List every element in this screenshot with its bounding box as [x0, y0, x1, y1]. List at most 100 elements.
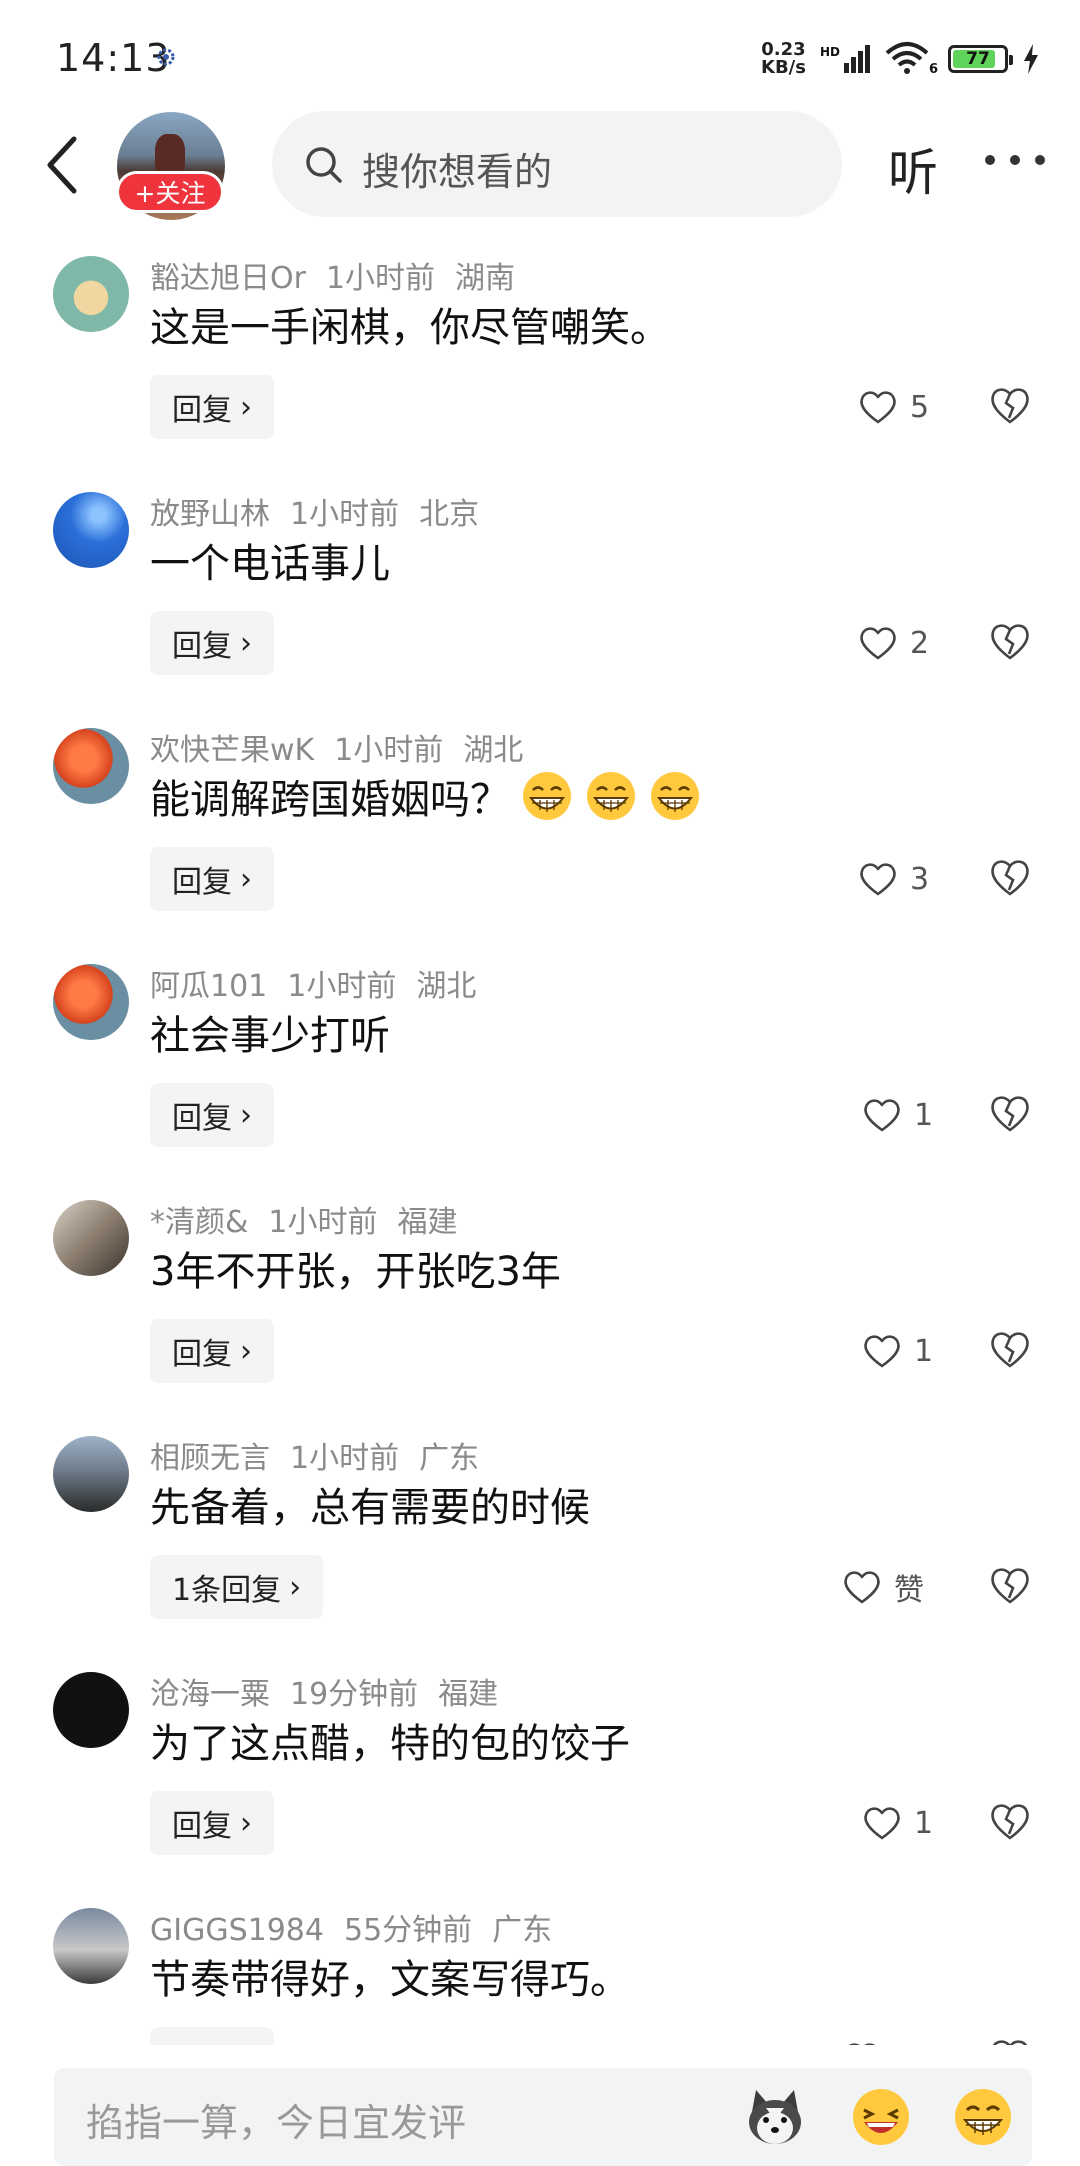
comment-location: 湖北: [416, 969, 477, 1004]
user-avatar[interactable]: [53, 964, 129, 1040]
dislike-button[interactable]: [988, 621, 1032, 665]
comment-item[interactable]: GIGGS1984 55分钟前广东节奏带得好，文案写得巧。回复› 赞: [0, 1887, 1080, 2045]
top-bar: +关注 搜你想看的 听: [0, 105, 1080, 225]
heart-icon: [858, 389, 898, 425]
comment-item[interactable]: 相顾无言 1小时前 广东 先备着，总有需要的时候 1条回复 › 赞: [0, 1415, 1080, 1651]
comment-time: 1小时前: [325, 261, 436, 296]
search-placeholder: 搜你想看的: [362, 150, 553, 194]
chevron-right-icon: ›: [240, 625, 252, 661]
comment-item[interactable]: 豁达旭日Or 1小时前 湖南 这是一手闲棋，你尽管嘲笑。 回复 › 5: [0, 235, 1080, 471]
comment-item[interactable]: 阿瓜101 1小时前 湖北 社会事少打听 回复 › 1: [0, 943, 1080, 1179]
grinning-emoji-icon: [651, 772, 699, 820]
username[interactable]: 豁达旭日Or: [150, 261, 306, 296]
username[interactable]: GIGGS1984: [150, 1913, 324, 1948]
broken-heart-icon: [988, 385, 1032, 425]
comment-text: 为了这点醋，特的包的饺子: [150, 1721, 630, 1767]
dislike-button[interactable]: [988, 1801, 1032, 1845]
heart-icon: [842, 2041, 882, 2045]
back-icon[interactable]: [40, 133, 90, 197]
comment-input-placeholder: 掐指一算，今日宜发评: [86, 2101, 467, 2145]
follow-button[interactable]: +关注: [116, 171, 224, 213]
search-input[interactable]: 搜你想看的: [272, 111, 842, 217]
username[interactable]: 放野山林: [150, 497, 270, 532]
broken-heart-icon: [988, 621, 1032, 661]
like-button[interactable]: 3: [858, 855, 929, 903]
username[interactable]: *清颜&: [150, 1205, 248, 1240]
like-button[interactable]: 赞: [842, 2035, 924, 2045]
user-avatar[interactable]: [53, 256, 129, 332]
comment-item[interactable]: *清颜& 1小时前 福建 3年不开张，开张吃3年 回复 › 1: [0, 1179, 1080, 1415]
more-options-icon[interactable]: [985, 155, 1045, 169]
user-avatar[interactable]: [53, 1436, 129, 1512]
broken-heart-icon: [988, 1093, 1032, 1133]
broken-heart-icon: [988, 2037, 1032, 2045]
comment-text: 能调解跨国婚姻吗？: [150, 767, 702, 825]
reply-button[interactable]: 回复›: [150, 2027, 274, 2045]
chevron-right-icon: ›: [240, 1333, 252, 1369]
chevron-right-icon: ›: [240, 1097, 252, 1133]
username[interactable]: 欢快芒果wK: [150, 733, 314, 768]
network-speed: 0.23 KB/s: [761, 39, 806, 78]
like-count: 5: [910, 389, 930, 425]
like-button[interactable]: 5: [858, 383, 929, 431]
reply-button[interactable]: 回复›: [150, 847, 274, 911]
comment-location: 湖南: [455, 261, 516, 296]
reply-button[interactable]: 回复›: [150, 1791, 274, 1855]
user-avatar[interactable]: [53, 1200, 129, 1276]
like-count: 赞: [894, 1573, 924, 1608]
reply-button[interactable]: 1条回复 ›: [150, 1555, 324, 1619]
comment-meta: 沧海一粟 19分钟前 福建: [150, 1669, 518, 1713]
husky-emoji-icon[interactable]: [744, 2086, 806, 2148]
reply-button[interactable]: 回复›: [150, 1319, 274, 1383]
laughing-emoji-icon[interactable]: [850, 2086, 912, 2148]
like-button[interactable]: 1: [862, 1091, 933, 1139]
user-avatar[interactable]: [53, 1672, 129, 1748]
like-count: 赞: [894, 2037, 924, 2045]
dislike-button[interactable]: [988, 1565, 1032, 1609]
comment-meta: GIGGS1984 55分钟前 广东: [150, 1905, 572, 1949]
user-avatar[interactable]: [53, 492, 129, 568]
comment-meta: 豁达旭日Or 1小时前 湖南: [150, 253, 535, 297]
dislike-button[interactable]: [988, 385, 1032, 429]
reply-button[interactable]: 回复›: [150, 1083, 274, 1147]
grinning-emoji-icon: [587, 772, 635, 820]
comment-text: 社会事少打听: [150, 1013, 390, 1059]
comment-item[interactable]: 沧海一粟 19分钟前 福建为了这点醋，特的包的饺子回复 › 1: [0, 1651, 1080, 1887]
comment-meta: 相顾无言 1小时前 广东: [150, 1433, 499, 1477]
comment-list[interactable]: 豁达旭日Or 1小时前 湖南 这是一手闲棋，你尽管嘲笑。 回复 › 5 放野山林 1小时前 北京一…: [0, 235, 1080, 2045]
user-avatar[interactable]: [53, 728, 129, 804]
dislike-button[interactable]: [988, 857, 1032, 901]
like-button[interactable]: 赞: [842, 1563, 924, 1611]
chevron-right-icon: ›: [240, 1805, 252, 1841]
comment-meta: 欢快芒果wK 1小时前 湖北: [150, 725, 543, 769]
comment-time: 1小时前: [334, 733, 444, 768]
username[interactable]: 阿瓜101: [150, 969, 267, 1004]
dislike-button[interactable]: [988, 1093, 1032, 1137]
search-icon: [306, 147, 342, 183]
comment-item[interactable]: 放野山林 1小时前 北京 一个电话事儿 回复 › 2: [0, 471, 1080, 707]
dislike-button[interactable]: [988, 2037, 1032, 2045]
broken-heart-icon: [988, 1565, 1032, 1605]
like-button[interactable]: 2: [858, 619, 929, 667]
heart-icon: [862, 1805, 902, 1841]
listen-button[interactable]: 听: [888, 133, 938, 205]
comment-meta: 放野山林 1小时前 北京: [150, 489, 499, 533]
comment-text: 3年不开张，开张吃3年: [150, 1249, 561, 1295]
reply-button[interactable]: 回复›: [150, 375, 274, 439]
like-count: 1: [914, 1805, 934, 1841]
grinning-emoji-icon: [523, 772, 571, 820]
reply-button[interactable]: 回复›: [150, 611, 274, 675]
like-button[interactable]: 1: [862, 1327, 933, 1375]
user-avatar[interactable]: [53, 1908, 129, 1984]
username[interactable]: 相顾无言: [150, 1441, 270, 1476]
comment-time: 55分钟前: [343, 1913, 473, 1948]
heart-icon: [862, 1097, 902, 1133]
signal-icon: HD: [820, 45, 870, 73]
like-button[interactable]: 1: [862, 1799, 933, 1847]
dislike-button[interactable]: [988, 1329, 1032, 1373]
comment-item[interactable]: 欢快芒果wK 1小时前 湖北 能调解跨国婚姻吗？ 回复 › 3: [0, 707, 1080, 943]
settings-notification-icon: [157, 48, 175, 66]
username[interactable]: 沧海一粟: [150, 1677, 270, 1712]
grinning-emoji-icon[interactable]: [952, 2086, 1014, 2148]
comment-input-bar[interactable]: 掐指一算，今日宜发评: [54, 2068, 1032, 2166]
